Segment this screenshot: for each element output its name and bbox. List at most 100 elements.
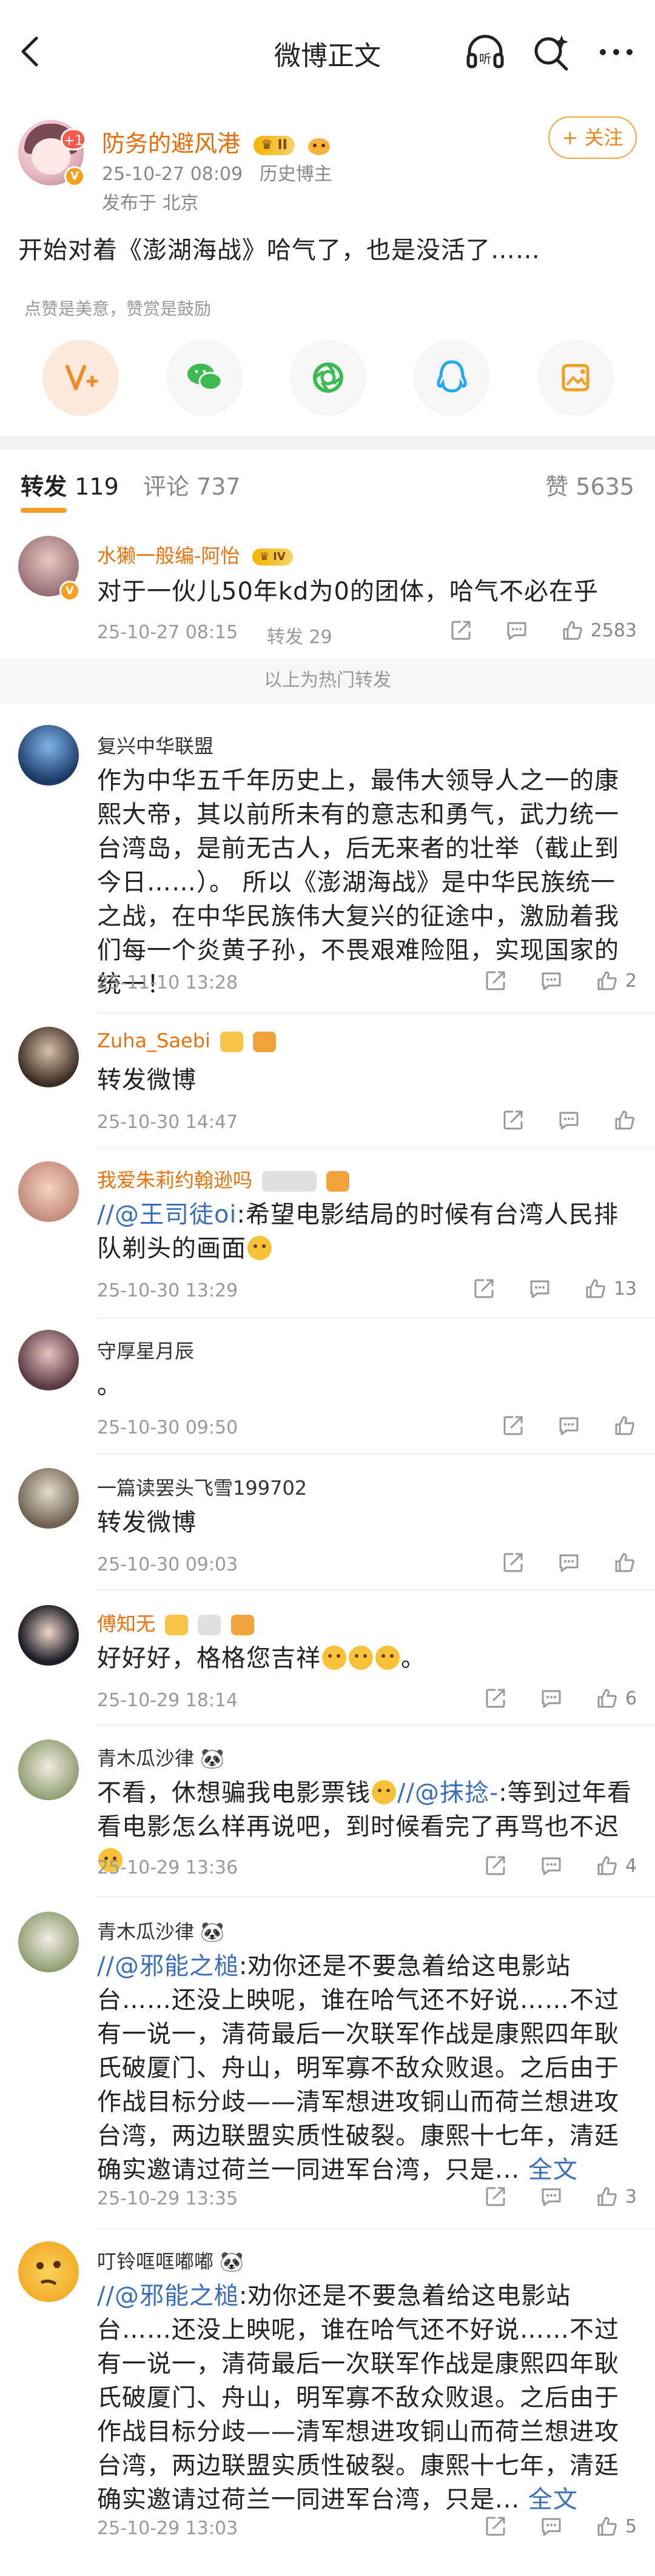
tab-like-label[interactable]: 赞	[545, 473, 568, 500]
comment-icon[interactable]	[528, 1276, 552, 1301]
repost-icon[interactable]	[483, 2184, 508, 2209]
repost-username[interactable]: 青木瓜沙律 🐼	[97, 1917, 224, 1944]
comment-icon[interactable]	[557, 1413, 581, 1438]
repost-username[interactable]: 叮铃哐哐嘟嘟 🐼	[97, 2246, 244, 2274]
repost-icon[interactable]	[501, 1550, 525, 1575]
repost-content: //@王司徒oi:希望电影结局的时候有台湾人民排队剃头的画面	[97, 1198, 637, 1266]
author-avatar[interactable]: +1 V	[18, 120, 86, 187]
repost-username[interactable]: 傅知无	[97, 1609, 254, 1637]
repost-username-text[interactable]: 我爱朱莉约翰逊吗	[97, 1169, 252, 1192]
like-count: 3	[625, 2186, 637, 2207]
follow-button[interactable]: + 关注	[548, 116, 637, 159]
mention-link[interactable]: //@抹捻-	[397, 1779, 499, 1807]
like-thumb-icon[interactable]: 13	[583, 1276, 637, 1301]
repost-icon[interactable]	[449, 618, 473, 642]
tab-comment[interactable]: 评论 737	[143, 468, 241, 501]
mention-link[interactable]: //@邪能之槌	[97, 1952, 239, 1980]
like-thumb-icon[interactable]	[613, 1550, 637, 1575]
user-avatar[interactable]	[18, 1027, 79, 1087]
more-dots-icon[interactable]	[596, 32, 637, 73]
comment-icon[interactable]	[557, 1108, 581, 1132]
user-avatar[interactable]	[18, 725, 79, 786]
comment-icon[interactable]	[539, 2184, 563, 2209]
like-thumb-icon[interactable]: 2	[595, 969, 637, 993]
like-thumb-icon[interactable]: 6	[595, 1686, 637, 1710]
row-divider	[97, 1148, 655, 1149]
repost-username[interactable]: 一篇读罢头飞雪199702	[97, 1473, 307, 1501]
like-thumb-icon[interactable]	[613, 1108, 637, 1132]
repost-username-text[interactable]: 青木瓜沙律	[97, 1747, 194, 1770]
expand-full-text-link[interactable]: 全文	[528, 2486, 578, 2514]
repost-time: 25-10-29 18:14	[97, 1690, 238, 1711]
repost-content-text-a: 不看，休想骗我电影票钱	[97, 1779, 371, 1807]
repost-username-text[interactable]: 叮铃哐哐嘟嘟	[97, 2250, 213, 2273]
like-thumb-icon[interactable]: 4	[595, 1854, 637, 1878]
like-count: 13	[613, 1278, 637, 1300]
like-thumb-icon[interactable]: 5	[595, 2514, 637, 2538]
repost-username[interactable]: 复兴中华联盟	[97, 731, 213, 759]
emoji-badge-icon	[326, 1171, 350, 1192]
listen-headphone-icon[interactable]: 听	[465, 32, 506, 73]
repost-username[interactable]: 我爱朱莉约翰逊吗	[97, 1165, 350, 1193]
fan-badge-icon	[307, 135, 331, 156]
cry-emoji-icon	[247, 1236, 272, 1260]
repost-content: 对于一伙儿50年kd为0的团体，哈气不必在乎	[97, 578, 599, 606]
author-name-text[interactable]: 防务的避风港	[102, 130, 240, 157]
user-avatar[interactable]	[18, 2241, 79, 2302]
user-avatar[interactable]	[18, 1605, 79, 1666]
row-divider	[97, 1453, 655, 1455]
qq-icon[interactable]	[414, 339, 490, 416]
comment-icon[interactable]	[539, 2514, 563, 2538]
mention-link[interactable]: //@邪能之槌	[97, 2282, 239, 2310]
moments-icon[interactable]	[290, 339, 366, 416]
user-avatar[interactable]	[18, 1912, 79, 1972]
comment-icon[interactable]	[539, 1854, 563, 1878]
wechat-icon[interactable]	[166, 339, 243, 416]
tab-repost-label[interactable]: 转发	[21, 473, 67, 500]
repost-username[interactable]: 水獭一般编-阿怡 ♛ IV	[97, 541, 293, 569]
panda-badge-icon: 🐼	[200, 1747, 225, 1770]
repost-icon[interactable]	[483, 1854, 508, 1878]
ai-search-icon[interactable]	[530, 32, 571, 73]
user-avatar[interactable]	[18, 1161, 79, 1222]
author-tag: 历史博主	[259, 164, 332, 185]
repost-content: 作为中华五千年历史上，最伟大领导人之一的康熙大帝，其以前所未有的意志和勇气，武力…	[97, 767, 619, 998]
vplus-icon[interactable]	[42, 339, 119, 416]
comment-icon[interactable]	[505, 618, 529, 642]
comment-icon[interactable]	[557, 1550, 581, 1575]
repost-icon[interactable]	[483, 2514, 508, 2538]
post-location: 发布于 北京	[102, 193, 199, 214]
repost-username[interactable]: 守厚星月辰	[97, 1336, 194, 1364]
save-image-icon[interactable]	[537, 339, 614, 416]
user-avatar[interactable]	[18, 1740, 79, 1800]
repost-username-text[interactable]: Zuha_Saebi	[97, 1029, 210, 1052]
repost-count-label: 转发 29	[267, 627, 332, 648]
tab-comment-label[interactable]: 评论	[143, 473, 189, 500]
user-avatar[interactable]	[18, 1468, 79, 1529]
tab-repost-count: 119	[75, 473, 119, 500]
repost-icon[interactable]	[483, 1686, 508, 1710]
tab-like[interactable]: 赞 5635	[545, 468, 634, 501]
repost-username-text[interactable]: 傅知无	[97, 1612, 155, 1635]
like-thumb-icon[interactable]	[613, 1413, 637, 1438]
like-count: 5	[625, 2515, 637, 2537]
repost-icon[interactable]	[483, 969, 508, 993]
tab-repost[interactable]: 转发 119	[21, 468, 119, 501]
verified-v-icon: V	[59, 581, 80, 601]
repost-username-text[interactable]: 青木瓜沙律	[97, 1920, 194, 1943]
author-name[interactable]: 防务的避风港 ♛ II	[102, 125, 331, 158]
repost-icon[interactable]	[501, 1413, 525, 1438]
repost-username[interactable]: 青木瓜沙律 🐼	[97, 1743, 224, 1771]
mention-link[interactable]: //@王司徒oi	[97, 1201, 237, 1229]
user-avatar[interactable]	[18, 1330, 79, 1390]
repost-icon[interactable]	[501, 1108, 525, 1132]
emoji-badge-icon	[230, 1615, 254, 1635]
repost-username[interactable]: Zuha_Saebi	[97, 1029, 277, 1052]
expand-full-text-link[interactable]: 全文	[528, 2156, 578, 2184]
comment-icon[interactable]	[539, 969, 563, 993]
like-thumb-icon[interactable]: 2583	[560, 618, 637, 642]
comment-icon[interactable]	[539, 1686, 563, 1710]
repost-icon[interactable]	[472, 1276, 496, 1301]
repost-username-text[interactable]: 水獭一般编-阿怡	[97, 544, 240, 567]
like-thumb-icon[interactable]: 3	[595, 2184, 637, 2209]
